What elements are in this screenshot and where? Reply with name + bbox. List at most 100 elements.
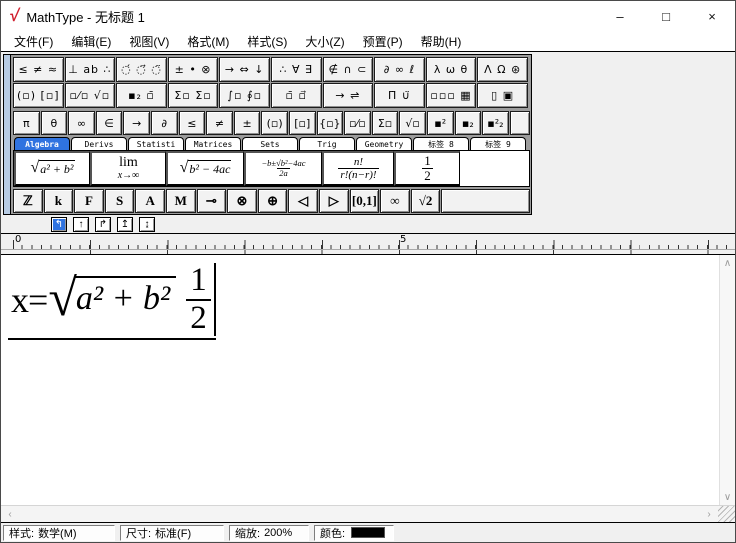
letter-symbol-button[interactable]: ∞ — [380, 189, 410, 213]
template-palette-button[interactable]: ▫⁄▫ √▫ — [64, 83, 116, 108]
letter-symbol-button[interactable]: k — [43, 189, 74, 213]
template-palette-button[interactable]: → ⇌ — [322, 83, 374, 108]
template-quadratic-formula[interactable]: −b±√b²−4ac 2a — [244, 151, 322, 186]
template-palette-button[interactable]: (▫) [▫] — [13, 83, 64, 108]
scroll-right-icon[interactable]: › — [700, 506, 718, 522]
tabstop-button[interactable]: ↑ — [73, 217, 89, 232]
symbol-palette-button[interactable]: ≤ ≠ ≈ — [13, 57, 64, 82]
palette-tab[interactable]: Trig — [299, 137, 355, 150]
menu-item[interactable]: 预置(P) — [354, 31, 412, 52]
close-button[interactable]: × — [689, 1, 735, 31]
menu-item[interactable]: 大小(Z) — [296, 31, 353, 52]
template-palette-button[interactable]: ▫▫▫ ▦ — [425, 83, 477, 108]
status-size[interactable]: 尺寸: 标准(F) — [120, 524, 224, 541]
letter-symbol-button[interactable]: √2 — [410, 189, 441, 213]
small-symbol-button[interactable]: ≠ — [206, 111, 233, 135]
small-symbol-button[interactable]: θ — [40, 111, 68, 135]
symbol-palette-button[interactable]: ± • ⊗ — [167, 57, 219, 82]
letter-symbol-button[interactable]: F — [74, 189, 104, 213]
palette-tab[interactable]: Geometry — [356, 137, 412, 150]
template-palette-button[interactable]: ∫▫ ∮▫ — [219, 83, 270, 108]
small-symbol-button[interactable]: ▪₂ — [454, 111, 482, 135]
letter-symbol-button[interactable]: ▷ — [318, 189, 349, 213]
template-combination[interactable]: n! r!(n−r)! — [322, 151, 394, 186]
symbol-palette-button[interactable]: ∴ ∀ ∃ — [270, 57, 322, 82]
letter-symbol-button[interactable]: M — [165, 189, 196, 213]
tabstop-button[interactable]: ↥ — [117, 217, 133, 232]
small-symbol-button[interactable]: → — [123, 111, 150, 135]
palette-tab[interactable]: Derivs — [71, 137, 127, 150]
tabstop-button[interactable]: ↰ — [51, 217, 67, 232]
menu-item[interactable]: 视图(V) — [120, 31, 178, 52]
symbol-palette-button[interactable]: ⊥ ab ∴ — [64, 57, 116, 82]
menu-item[interactable]: 样式(S) — [238, 31, 296, 52]
small-symbol-button[interactable]: [▫] — [288, 111, 316, 135]
small-symbol-button[interactable]: ≤ — [178, 111, 206, 135]
template-discriminant[interactable]: √ b² − 4ac — [166, 151, 244, 186]
scroll-up-icon[interactable]: ∧ — [720, 255, 735, 271]
maximize-button[interactable]: □ — [643, 1, 689, 31]
small-symbol-button[interactable]: ▪² — [426, 111, 454, 135]
symbol-palette-button[interactable]: ∂ ∞ ℓ — [374, 57, 425, 82]
symbol-palette-button[interactable]: → ⇔ ↓ — [219, 57, 270, 82]
letter-symbol-button[interactable]: S — [104, 189, 135, 213]
template-palette-button[interactable]: ▯ ▣ — [477, 83, 528, 108]
symbol-palette-button[interactable]: ∉ ∩ ⊂ — [322, 57, 374, 82]
scroll-left-icon[interactable]: ‹ — [1, 506, 19, 522]
status-style[interactable]: 样式: 数学(M) — [3, 524, 115, 541]
small-symbol-button[interactable]: (▫) — [261, 111, 288, 135]
template-panel-empty-area — [460, 151, 529, 186]
letter-symbol-button[interactable]: ⊸ — [196, 189, 227, 213]
ruler[interactable]: 0 5 — [1, 233, 735, 249]
status-zoom[interactable]: 缩放: 200% — [229, 524, 309, 541]
letter-symbol-button[interactable]: ◁ — [288, 189, 318, 213]
scroll-down-icon[interactable]: ∨ — [720, 489, 735, 505]
small-symbol-button[interactable]: π — [13, 111, 40, 135]
template-palette-button[interactable]: Σ▫ Σ▫ — [167, 83, 219, 108]
letter-symbol-button[interactable]: ℤ — [13, 189, 43, 213]
expression-template-panel: √ a² + b² lim x→∞ √ b² − 4ac −b±√b²−4ac … — [13, 150, 530, 187]
small-symbol-button[interactable]: ▫⁄▫ — [344, 111, 371, 135]
horizontal-scrollbar[interactable]: ‹ › — [1, 505, 735, 522]
vertical-scrollbar[interactable]: ∧ ∨ — [719, 255, 735, 505]
menu-item[interactable]: 格式(M) — [178, 31, 238, 52]
letter-symbol-button[interactable]: ⊕ — [257, 189, 288, 213]
palette-tab[interactable]: Algebra — [14, 137, 70, 150]
template-palette-button[interactable]: ▪₂ ▫̄ — [116, 83, 167, 108]
template-sqrt-a2-b2[interactable]: √ a² + b² — [14, 151, 90, 186]
resize-grip[interactable] — [718, 506, 735, 522]
letter-symbol-button[interactable]: A — [135, 189, 165, 213]
symbol-palette-button[interactable]: Λ Ω ⊛ — [477, 57, 528, 82]
status-color[interactable]: 颜色: — [314, 524, 394, 541]
symbol-palette-button[interactable]: λ ω θ — [425, 57, 477, 82]
small-symbol-button[interactable]: √▫ — [399, 111, 426, 135]
palette-tab[interactable]: Sets — [242, 137, 298, 150]
insertion-cursor — [213, 263, 216, 337]
template-limit[interactable]: lim x→∞ — [90, 151, 166, 186]
menu-item[interactable]: 文件(F) — [5, 31, 62, 52]
small-symbol-button[interactable]: ∂ — [150, 111, 178, 135]
toolbar-drag-handle[interactable] — [4, 55, 11, 214]
menu-item[interactable]: 编辑(E) — [62, 31, 120, 52]
letter-symbol-button[interactable]: [0,1] — [349, 189, 380, 213]
letter-symbol-button[interactable]: ⊗ — [227, 189, 257, 213]
template-palette-button[interactable]: ▫̄ ▫⃗ — [270, 83, 322, 108]
small-symbol-button[interactable]: {▫} — [316, 111, 344, 135]
small-symbol-button[interactable]: ∞ — [68, 111, 95, 135]
palette-tab[interactable]: 标签 9 — [470, 137, 526, 150]
template-palette-button[interactable]: Π̈ ∪̈ — [374, 83, 425, 108]
palette-tab[interactable]: 标签 8 — [413, 137, 469, 150]
equation-canvas[interactable]: x= √ a² + b² 1 2 — [1, 255, 719, 505]
small-symbol-button[interactable]: ∈ — [95, 111, 123, 135]
small-symbol-button[interactable]: ± — [233, 111, 261, 135]
menu-item[interactable]: 帮助(H) — [412, 31, 471, 52]
palette-tab[interactable]: Matrices — [185, 137, 241, 150]
tabstop-button[interactable]: ↨ — [139, 217, 155, 232]
template-one-half[interactable]: 1 2 — [394, 151, 460, 186]
tabstop-button[interactable]: ↱ — [95, 217, 111, 232]
symbol-palette-button[interactable]: ◌́ ◌⃗ ◌̈ — [116, 57, 167, 82]
palette-tab[interactable]: Statisti — [128, 137, 184, 150]
small-symbol-button[interactable]: Σ▫ — [371, 111, 399, 135]
minimize-button[interactable]: – — [597, 1, 643, 31]
small-symbol-button[interactable]: ▪²₂ — [482, 111, 509, 135]
